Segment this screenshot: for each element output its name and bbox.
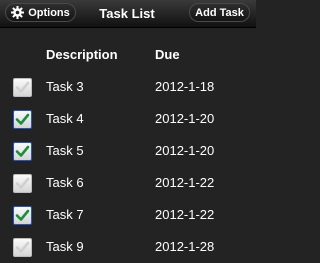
task-checkbox[interactable] — [13, 206, 32, 225]
task-checkbox[interactable] — [13, 142, 32, 161]
options-button[interactable]: Options — [5, 3, 76, 22]
check-icon — [15, 81, 30, 93]
task-description: Task 3 — [46, 79, 84, 94]
check-icon — [15, 177, 30, 189]
table-row[interactable]: Task 3 2012-1-18 — [0, 71, 256, 103]
table-row[interactable]: Task 4 2012-1-20 — [0, 103, 256, 135]
table-row[interactable]: Task 6 2012-1-22 — [0, 167, 256, 199]
top-toolbar: Options Task List Add Task — [0, 0, 256, 28]
task-due-date: 2012-1-20 — [155, 143, 215, 158]
task-due-date: 2012-1-22 — [155, 175, 215, 190]
check-icon — [15, 209, 30, 221]
check-icon — [15, 145, 30, 157]
task-description: Task 7 — [46, 207, 84, 222]
table-row[interactable]: Task 9 2012-1-28 — [0, 231, 256, 263]
column-header-due: Due — [155, 47, 180, 62]
task-description: Task 6 — [46, 175, 84, 190]
check-icon — [15, 241, 30, 253]
column-header-description: Description — [46, 47, 118, 62]
task-description: Task 5 — [46, 143, 84, 158]
task-due-date: 2012-1-28 — [155, 239, 215, 254]
gear-icon — [11, 6, 25, 19]
table-row[interactable]: Task 5 2012-1-20 — [0, 135, 256, 167]
add-task-button[interactable]: Add Task — [189, 3, 250, 22]
task-due-date: 2012-1-20 — [155, 111, 215, 126]
task-checkbox[interactable] — [13, 78, 32, 97]
task-checkbox[interactable] — [13, 238, 32, 257]
task-checkbox[interactable] — [13, 110, 32, 129]
check-icon — [15, 113, 30, 125]
task-due-date: 2012-1-22 — [155, 207, 215, 222]
task-checkbox[interactable] — [13, 174, 32, 193]
table-row[interactable]: Task 7 2012-1-22 — [0, 199, 256, 231]
options-button-label: Options — [28, 6, 70, 19]
task-due-date: 2012-1-18 — [155, 79, 215, 94]
task-description: Task 9 — [46, 239, 84, 254]
task-description: Task 4 — [46, 111, 84, 126]
page-title: Task List — [99, 6, 155, 21]
